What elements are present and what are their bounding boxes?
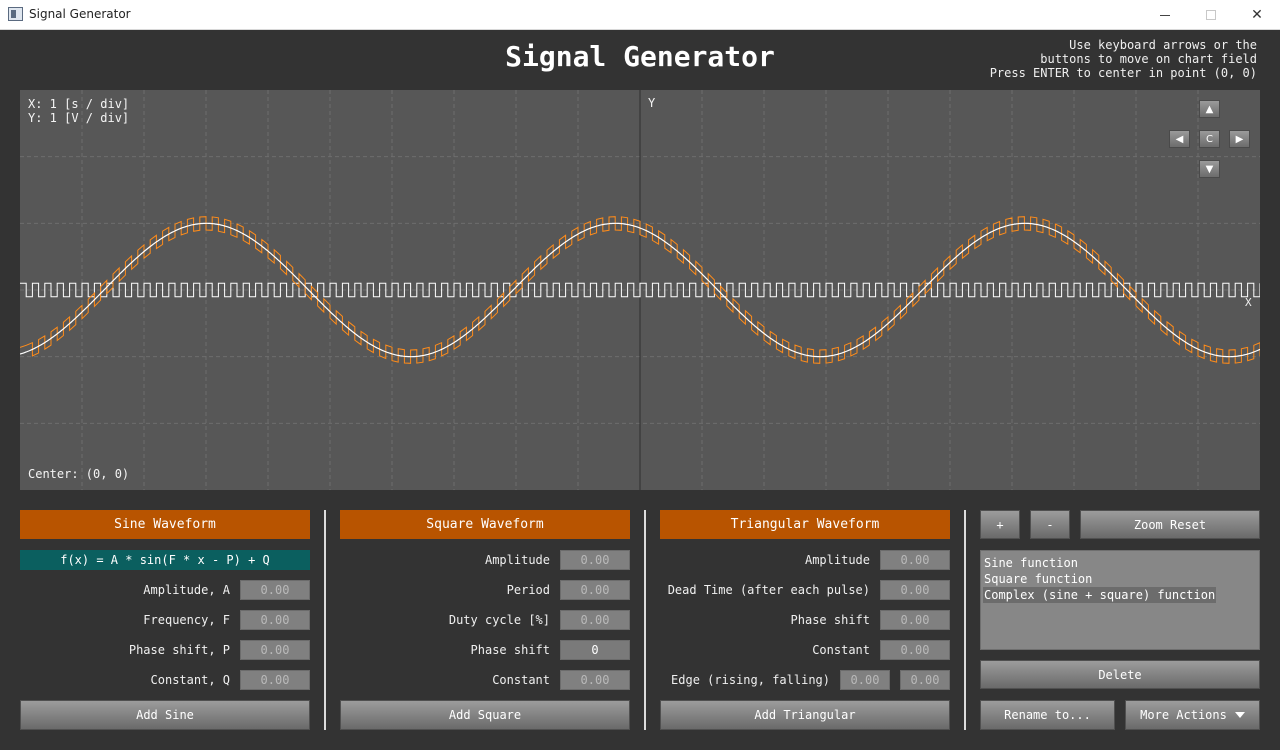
panel-divider xyxy=(324,510,326,730)
function-list[interactable]: Sine function Square function Complex (s… xyxy=(980,550,1260,650)
hint-line: Press ENTER to center in point (0, 0) xyxy=(989,66,1257,80)
close-icon: ✕ xyxy=(1251,7,1263,23)
center-readout: Center: (0, 0) xyxy=(28,467,130,481)
square-constant-input[interactable] xyxy=(560,670,630,690)
move-down-button[interactable]: ▼ xyxy=(1199,160,1220,178)
triangular-falling-edge-input[interactable] xyxy=(900,670,950,690)
zoom-in-button[interactable]: + xyxy=(980,510,1020,539)
move-up-button[interactable]: ▲ xyxy=(1199,100,1220,118)
center-button[interactable]: C xyxy=(1199,130,1220,148)
more-actions-label: More Actions xyxy=(1140,708,1227,722)
triangular-constant-input[interactable] xyxy=(880,640,950,660)
app-icon xyxy=(8,7,23,21)
sine-phase-label: Phase shift, P xyxy=(128,643,230,657)
arrow-right-icon: ▶ xyxy=(1235,133,1244,145)
square-phase-input[interactable] xyxy=(560,640,630,660)
center-label: C xyxy=(1206,133,1213,145)
panel-divider xyxy=(644,510,646,730)
move-left-button[interactable]: ◀ xyxy=(1169,130,1190,148)
triangular-edge-label: Edge (rising, falling) xyxy=(671,673,830,687)
triangular-phase-input[interactable] xyxy=(880,610,950,630)
function-list-item-selected[interactable]: Complex (sine + square) function xyxy=(983,587,1217,603)
sine-constant-input[interactable] xyxy=(240,670,310,690)
x-axis-label: X xyxy=(1245,296,1252,309)
delete-button[interactable]: Delete xyxy=(980,660,1260,689)
close-button[interactable]: ✕ xyxy=(1234,0,1280,30)
panel-divider xyxy=(964,510,966,730)
triangular-panel-header: Triangular Waveform xyxy=(660,510,950,539)
maximize-button[interactable] xyxy=(1188,0,1234,30)
window-titlebar: Signal Generator ✕ xyxy=(0,0,1280,30)
navigation-hint: Use keyboard arrows or the buttons to mo… xyxy=(937,38,1257,80)
square-series-line xyxy=(20,282,1260,298)
square-period-label: Period xyxy=(506,583,550,597)
sine-formula: f(x) = A * sin(F * x - P) + Q xyxy=(20,550,310,570)
y-scale-label: Y: 1 [V / div] xyxy=(28,111,130,125)
square-phase-label: Phase shift xyxy=(470,643,550,657)
sine-constant-label: Constant, Q xyxy=(150,673,230,687)
arrow-left-icon: ◀ xyxy=(1175,133,1184,145)
sine-phase-input[interactable] xyxy=(240,640,310,660)
chart-area[interactable]: X X: 1 [s / div] Y: 1 [V / div] Y Center… xyxy=(20,90,1260,490)
triangular-phase-label: Phase shift xyxy=(790,613,870,627)
sine-amplitude-label: Amplitude, A xyxy=(143,583,230,597)
square-panel-header: Square Waveform xyxy=(340,510,630,539)
minimize-button[interactable] xyxy=(1142,0,1188,30)
add-triangular-button[interactable]: Add Triangular xyxy=(660,700,950,730)
arrow-down-icon: ▼ xyxy=(1205,163,1214,175)
square-duty-cycle-input[interactable] xyxy=(560,610,630,630)
triangular-amplitude-label: Amplitude xyxy=(804,553,870,567)
y-axis-label: Y xyxy=(648,96,656,110)
window-title: Signal Generator xyxy=(29,7,131,21)
add-square-button[interactable]: Add Square xyxy=(340,700,630,730)
x-scale-label: X: 1 [s / div] xyxy=(28,97,130,111)
square-duty-cycle-label: Duty cycle [%] xyxy=(448,613,550,627)
sine-frequency-input[interactable] xyxy=(240,610,310,630)
chart-canvas: X xyxy=(20,90,1260,490)
maximize-icon xyxy=(1206,10,1216,20)
hint-line: buttons to move on chart field xyxy=(1040,52,1257,66)
triangular-dead-time-input[interactable] xyxy=(880,580,950,600)
rename-button[interactable]: Rename to... xyxy=(980,700,1115,730)
square-period-input[interactable] xyxy=(560,580,630,600)
triangular-dead-time-label: Dead Time (after each pulse) xyxy=(667,583,870,597)
sine-panel-header: Sine Waveform xyxy=(20,510,310,539)
triangular-amplitude-input[interactable] xyxy=(880,550,950,570)
minimize-icon xyxy=(1160,14,1170,16)
zoom-out-button[interactable]: - xyxy=(1030,510,1070,539)
move-right-button[interactable]: ▶ xyxy=(1229,130,1250,148)
hint-line: Use keyboard arrows or the xyxy=(1069,38,1257,52)
triangular-constant-label: Constant xyxy=(812,643,870,657)
zoom-reset-button[interactable]: Zoom Reset xyxy=(1080,510,1260,539)
sine-amplitude-input[interactable] xyxy=(240,580,310,600)
more-actions-button[interactable]: More Actions xyxy=(1125,700,1260,730)
chevron-down-icon xyxy=(1234,712,1245,718)
square-constant-label: Constant xyxy=(492,673,550,687)
triangular-rising-edge-input[interactable] xyxy=(840,670,890,690)
square-amplitude-label: Amplitude xyxy=(484,553,550,567)
square-amplitude-input[interactable] xyxy=(560,550,630,570)
sine-frequency-label: Frequency, F xyxy=(143,613,230,627)
add-sine-button[interactable]: Add Sine xyxy=(20,700,310,730)
arrow-up-icon: ▲ xyxy=(1205,103,1214,115)
